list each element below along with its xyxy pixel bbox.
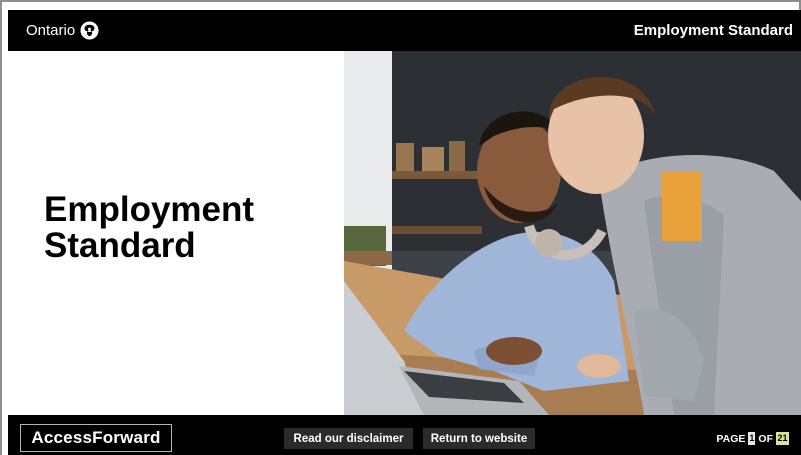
ontario-brand: Ontario: [26, 21, 99, 40]
course-title: Employment Standard: [633, 22, 793, 39]
top-header-bar: Ontario Employment Standard: [8, 10, 801, 51]
return-to-website-button[interactable]: Return to website: [423, 428, 535, 449]
accessforward-logo: AccessForward: [20, 424, 172, 452]
page-label: PAGE: [716, 432, 746, 445]
slide-heading-line1: Employment: [44, 190, 255, 229]
page-indicator: PAGE 1 OF 21: [716, 428, 789, 449]
of-label: OF: [758, 432, 773, 445]
hero-photo-illustration: [344, 51, 801, 415]
slide-heading: Employment Standard: [44, 192, 254, 264]
brand-name: Ontario: [26, 22, 76, 39]
ontario-trillium-icon: [80, 21, 99, 40]
slide-content: Employment Standard: [8, 51, 801, 415]
bottom-footer-bar: AccessForward Read our disclaimer Return…: [8, 415, 801, 455]
page-total-box: 21: [776, 432, 789, 445]
hero-photo: [344, 51, 801, 415]
slide-heading-line2: Standard: [44, 226, 196, 265]
read-disclaimer-button[interactable]: Read our disclaimer: [284, 428, 413, 449]
page-current-box: 1: [748, 432, 756, 445]
